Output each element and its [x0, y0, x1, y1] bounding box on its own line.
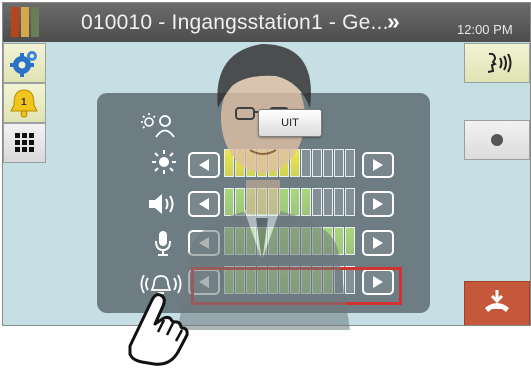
brightness-level-segment — [290, 149, 300, 177]
speaker-volume-level-segment — [323, 188, 333, 216]
triangle-right-icon — [373, 159, 383, 171]
speaker-volume-level-segment — [301, 188, 311, 216]
settings-button[interactable] — [3, 43, 46, 83]
brightness-decrease-button[interactable] — [188, 152, 220, 178]
pointing-hand-icon — [128, 293, 189, 366]
gear-icon — [10, 51, 37, 77]
speaker-volume-level-segment — [235, 188, 245, 216]
alarm-button[interactable]: 1 — [3, 83, 46, 123]
microphone-volume-level-segment — [345, 227, 355, 255]
speaking-person-icon — [487, 52, 512, 73]
microphone-volume-level-segment — [334, 227, 344, 255]
speaker-volume-level-segment — [224, 188, 234, 216]
record-icon — [491, 134, 503, 146]
speaker-volume-level-segment — [279, 188, 289, 216]
microphone-volume-level-segment — [224, 227, 234, 255]
speaker-volume-level-segment — [290, 188, 300, 216]
brightness-level-segment — [246, 149, 256, 177]
microphone-volume-level-segment — [279, 227, 289, 255]
speaker-volume-decrease-button[interactable] — [188, 191, 220, 217]
speaker-volume-level-segment — [312, 188, 322, 216]
triangle-left-icon — [199, 198, 209, 210]
brightness-level-segment — [235, 149, 245, 177]
speaker-volume-increase-button[interactable] — [362, 191, 394, 217]
station-title: 010010 - Ingangsstation1 - Ge... — [81, 11, 389, 34]
brightness-level-segment — [224, 149, 234, 177]
backlight-person-icon[interactable] — [138, 112, 180, 138]
double-chevron-right-icon[interactable]: » — [387, 8, 400, 35]
brightness-level-segment — [301, 149, 311, 177]
sun-icon — [152, 150, 176, 174]
microphone-volume-decrease-button[interactable] — [188, 230, 220, 256]
speaker-volume-level-segment — [345, 188, 355, 216]
microphone-volume-level-segment — [268, 227, 278, 255]
brightness-level-segment — [323, 149, 333, 177]
brightness-level-segment — [312, 149, 322, 177]
microphone-volume-level-segment — [323, 227, 333, 255]
keypad-icon — [15, 133, 34, 152]
speaker-volume-level-segment — [334, 188, 344, 216]
triangle-left-icon — [199, 159, 209, 171]
brightness-level-segment — [257, 149, 267, 177]
speaker-volume-level-segment — [246, 188, 256, 216]
triangle-left-icon — [199, 237, 209, 249]
microphone-volume-level-segment — [257, 227, 267, 255]
alarm-badge: 1 — [21, 97, 27, 108]
clock-time: 12:00 PM — [457, 22, 513, 37]
speaker-icon — [149, 194, 174, 214]
triangle-right-icon — [373, 237, 383, 249]
speaker-volume-level-segment — [257, 188, 267, 216]
record-button[interactable] — [464, 120, 530, 160]
hang-up-icon — [485, 290, 509, 312]
brightness-level-segment — [345, 149, 355, 177]
microphone-icon — [155, 231, 171, 256]
microphone-volume-level-segment — [312, 227, 322, 255]
brightness-level-segment — [268, 149, 278, 177]
highlight-frame — [191, 267, 402, 305]
microphone-volume-level-segment — [235, 227, 245, 255]
station-icon — [11, 7, 39, 37]
uit-button[interactable]: UIT — [258, 109, 322, 137]
microphone-volume-increase-button[interactable] — [362, 230, 394, 256]
title-bar: 010010 - Ingangsstation1 - Ge... » 12:00… — [3, 3, 530, 42]
brightness-level-segment — [279, 149, 289, 177]
speaker-volume-level-segment — [268, 188, 278, 216]
triangle-right-icon — [373, 198, 383, 210]
voice-button[interactable] — [464, 43, 530, 83]
microphone-volume-level-segment — [301, 227, 311, 255]
microphone-volume-level-segment — [246, 227, 256, 255]
brightness-increase-button[interactable] — [362, 152, 394, 178]
brightness-level-segment — [334, 149, 344, 177]
keypad-button[interactable] — [3, 123, 46, 163]
microphone-volume-level-segment — [290, 227, 300, 255]
hang-up-button[interactable] — [464, 281, 530, 325]
